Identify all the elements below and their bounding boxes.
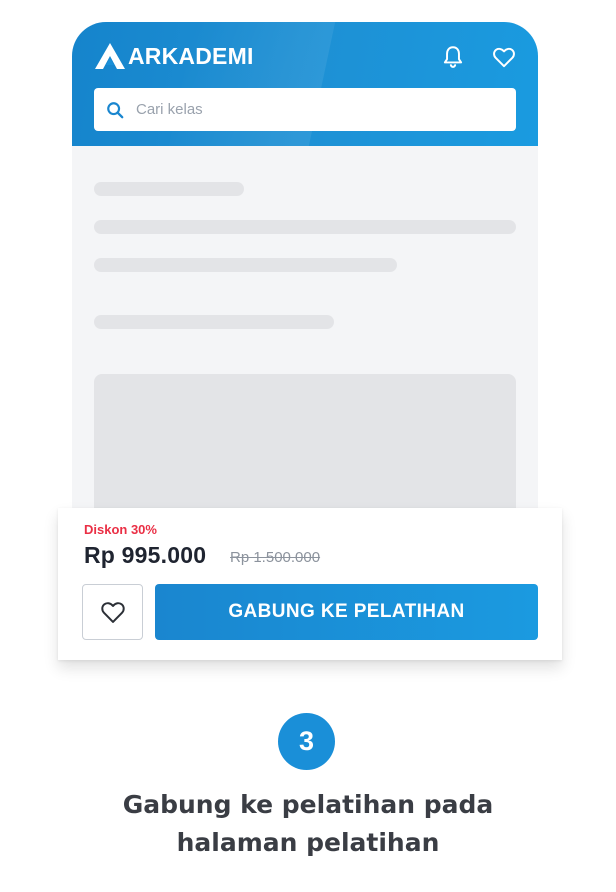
heart-icon — [100, 602, 125, 623]
wishlist-button[interactable] — [82, 584, 143, 640]
search-icon — [107, 101, 124, 118]
original-price: Rp 1.500.000 — [230, 549, 321, 566]
purchase-card: Diskon 30% Rp 995.000 Rp 1.500.000 GABUN… — [58, 508, 562, 660]
price: Rp 995.000 — [84, 542, 207, 568]
app-header: ARKADEMI — [72, 22, 538, 146]
skeleton-line — [94, 220, 516, 234]
caption-line: Gabung ke pelatihan pada — [122, 790, 494, 819]
search-input[interactable] — [134, 100, 498, 119]
join-training-button[interactable]: GABUNG KE PELATIHAN — [155, 584, 538, 640]
logo-text: ARKADEMI — [128, 42, 254, 69]
skeleton-line — [94, 258, 397, 272]
skeleton-image — [94, 374, 516, 522]
skeleton-line — [94, 315, 334, 329]
logo: ARKADEMI — [94, 42, 254, 70]
step-caption: Gabung ke pelatihan pada halaman pelatih… — [58, 786, 558, 862]
bell-icon[interactable] — [440, 44, 466, 70]
caption-line: halaman pelatihan — [176, 828, 440, 857]
search-bar[interactable] — [94, 88, 516, 131]
skeleton-line — [94, 182, 244, 196]
phone-screen: ARKADEMI — [72, 22, 538, 522]
step-number-badge: 3 — [278, 713, 335, 770]
arkademi-logo-icon — [95, 43, 125, 69]
discount-label: Diskon 30% — [84, 522, 157, 537]
heart-icon[interactable] — [491, 44, 517, 70]
